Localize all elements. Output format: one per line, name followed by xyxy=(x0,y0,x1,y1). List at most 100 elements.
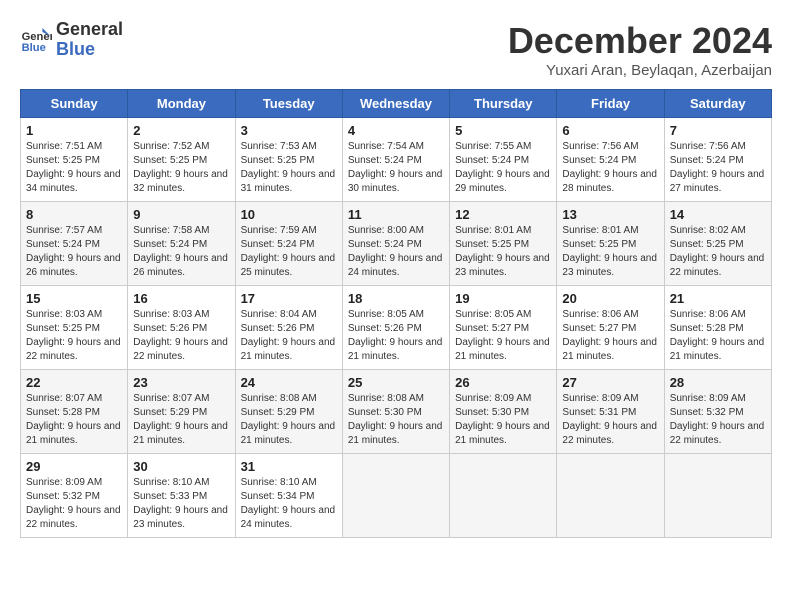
day-info: Sunrise: 8:03 AM Sunset: 5:26 PM Dayligh… xyxy=(133,308,229,364)
calendar-day-cell: 31 Sunrise: 8:10 AM Sunset: 5:34 PM Dayl… xyxy=(235,454,342,538)
day-info: Sunrise: 8:02 AM Sunset: 5:25 PM Dayligh… xyxy=(670,224,766,280)
day-number: 28 xyxy=(670,375,766,390)
calendar-day-cell: 6 Sunrise: 7:56 AM Sunset: 5:24 PM Dayli… xyxy=(557,118,664,202)
day-number: 11 xyxy=(348,207,444,222)
calendar-week-row: 15 Sunrise: 8:03 AM Sunset: 5:25 PM Dayl… xyxy=(21,286,772,370)
calendar-day-cell: 7 Sunrise: 7:56 AM Sunset: 5:24 PM Dayli… xyxy=(664,118,771,202)
logo-wordmark: General Blue xyxy=(56,20,123,60)
day-number: 9 xyxy=(133,207,229,222)
day-number: 5 xyxy=(455,123,551,138)
day-info: Sunrise: 8:06 AM Sunset: 5:27 PM Dayligh… xyxy=(562,308,658,364)
day-of-week-header: Sunday xyxy=(21,90,128,118)
day-number: 21 xyxy=(670,291,766,306)
day-info: Sunrise: 7:56 AM Sunset: 5:24 PM Dayligh… xyxy=(670,140,766,196)
calendar-day-cell: 21 Sunrise: 8:06 AM Sunset: 5:28 PM Dayl… xyxy=(664,286,771,370)
day-number: 22 xyxy=(26,375,122,390)
calendar-day-cell: 15 Sunrise: 8:03 AM Sunset: 5:25 PM Dayl… xyxy=(21,286,128,370)
calendar-day-cell: 28 Sunrise: 8:09 AM Sunset: 5:32 PM Dayl… xyxy=(664,370,771,454)
day-info: Sunrise: 7:54 AM Sunset: 5:24 PM Dayligh… xyxy=(348,140,444,196)
calendar-day-cell: 9 Sunrise: 7:58 AM Sunset: 5:24 PM Dayli… xyxy=(128,202,235,286)
day-number: 2 xyxy=(133,123,229,138)
day-info: Sunrise: 8:01 AM Sunset: 5:25 PM Dayligh… xyxy=(455,224,551,280)
calendar-day-cell: 24 Sunrise: 8:08 AM Sunset: 5:29 PM Dayl… xyxy=(235,370,342,454)
day-number: 18 xyxy=(348,291,444,306)
day-number: 26 xyxy=(455,375,551,390)
day-of-week-header: Saturday xyxy=(664,90,771,118)
calendar-week-row: 8 Sunrise: 7:57 AM Sunset: 5:24 PM Dayli… xyxy=(21,202,772,286)
calendar-week-row: 29 Sunrise: 8:09 AM Sunset: 5:32 PM Dayl… xyxy=(21,454,772,538)
day-info: Sunrise: 8:07 AM Sunset: 5:28 PM Dayligh… xyxy=(26,392,122,448)
calendar-day-cell: 8 Sunrise: 7:57 AM Sunset: 5:24 PM Dayli… xyxy=(21,202,128,286)
day-info: Sunrise: 8:00 AM Sunset: 5:24 PM Dayligh… xyxy=(348,224,444,280)
calendar-day-cell: 16 Sunrise: 8:03 AM Sunset: 5:26 PM Dayl… xyxy=(128,286,235,370)
calendar-day-cell: 19 Sunrise: 8:05 AM Sunset: 5:27 PM Dayl… xyxy=(450,286,557,370)
calendar-day-cell: 14 Sunrise: 8:02 AM Sunset: 5:25 PM Dayl… xyxy=(664,202,771,286)
day-info: Sunrise: 8:06 AM Sunset: 5:28 PM Dayligh… xyxy=(670,308,766,364)
day-number: 19 xyxy=(455,291,551,306)
calendar-day-cell: 11 Sunrise: 8:00 AM Sunset: 5:24 PM Dayl… xyxy=(342,202,449,286)
day-info: Sunrise: 7:53 AM Sunset: 5:25 PM Dayligh… xyxy=(241,140,337,196)
day-info: Sunrise: 8:10 AM Sunset: 5:33 PM Dayligh… xyxy=(133,476,229,532)
logo: General Blue General Blue xyxy=(20,20,123,60)
calendar-day-cell: 25 Sunrise: 8:08 AM Sunset: 5:30 PM Dayl… xyxy=(342,370,449,454)
calendar-day-cell: 29 Sunrise: 8:09 AM Sunset: 5:32 PM Dayl… xyxy=(21,454,128,538)
day-number: 24 xyxy=(241,375,337,390)
day-info: Sunrise: 8:09 AM Sunset: 5:32 PM Dayligh… xyxy=(670,392,766,448)
day-number: 15 xyxy=(26,291,122,306)
calendar-day-cell: 13 Sunrise: 8:01 AM Sunset: 5:25 PM Dayl… xyxy=(557,202,664,286)
calendar-day-cell: 17 Sunrise: 8:04 AM Sunset: 5:26 PM Dayl… xyxy=(235,286,342,370)
calendar-header-row: SundayMondayTuesdayWednesdayThursdayFrid… xyxy=(21,90,772,118)
svg-text:General: General xyxy=(22,31,52,43)
day-number: 1 xyxy=(26,123,122,138)
calendar-day-cell: 1 Sunrise: 7:51 AM Sunset: 5:25 PM Dayli… xyxy=(21,118,128,202)
day-info: Sunrise: 8:08 AM Sunset: 5:30 PM Dayligh… xyxy=(348,392,444,448)
day-number: 23 xyxy=(133,375,229,390)
calendar-day-cell: 20 Sunrise: 8:06 AM Sunset: 5:27 PM Dayl… xyxy=(557,286,664,370)
day-info: Sunrise: 7:59 AM Sunset: 5:24 PM Dayligh… xyxy=(241,224,337,280)
day-of-week-header: Thursday xyxy=(450,90,557,118)
day-number: 3 xyxy=(241,123,337,138)
day-number: 4 xyxy=(348,123,444,138)
calendar-day-cell: 30 Sunrise: 8:10 AM Sunset: 5:33 PM Dayl… xyxy=(128,454,235,538)
calendar-day-cell: 2 Sunrise: 7:52 AM Sunset: 5:25 PM Dayli… xyxy=(128,118,235,202)
calendar-day-cell xyxy=(664,454,771,538)
day-number: 14 xyxy=(670,207,766,222)
calendar-day-cell: 5 Sunrise: 7:55 AM Sunset: 5:24 PM Dayli… xyxy=(450,118,557,202)
day-info: Sunrise: 7:58 AM Sunset: 5:24 PM Dayligh… xyxy=(133,224,229,280)
subtitle: Yuxari Aran, Beylaqan, Azerbaijan xyxy=(508,62,772,79)
calendar-week-row: 1 Sunrise: 7:51 AM Sunset: 5:25 PM Dayli… xyxy=(21,118,772,202)
day-info: Sunrise: 8:01 AM Sunset: 5:25 PM Dayligh… xyxy=(562,224,658,280)
day-info: Sunrise: 7:51 AM Sunset: 5:25 PM Dayligh… xyxy=(26,140,122,196)
day-info: Sunrise: 8:09 AM Sunset: 5:30 PM Dayligh… xyxy=(455,392,551,448)
main-title: December 2024 xyxy=(508,20,772,62)
calendar-day-cell: 3 Sunrise: 7:53 AM Sunset: 5:25 PM Dayli… xyxy=(235,118,342,202)
day-number: 29 xyxy=(26,459,122,474)
day-number: 6 xyxy=(562,123,658,138)
day-number: 17 xyxy=(241,291,337,306)
day-info: Sunrise: 8:05 AM Sunset: 5:27 PM Dayligh… xyxy=(455,308,551,364)
calendar-day-cell: 27 Sunrise: 8:09 AM Sunset: 5:31 PM Dayl… xyxy=(557,370,664,454)
day-number: 31 xyxy=(241,459,337,474)
day-info: Sunrise: 8:10 AM Sunset: 5:34 PM Dayligh… xyxy=(241,476,337,532)
day-number: 25 xyxy=(348,375,444,390)
logo-icon: General Blue xyxy=(20,24,52,56)
calendar-day-cell: 22 Sunrise: 8:07 AM Sunset: 5:28 PM Dayl… xyxy=(21,370,128,454)
day-number: 8 xyxy=(26,207,122,222)
day-number: 20 xyxy=(562,291,658,306)
day-info: Sunrise: 7:52 AM Sunset: 5:25 PM Dayligh… xyxy=(133,140,229,196)
page-header: General Blue General Blue December 2024 … xyxy=(20,20,772,79)
calendar-day-cell: 12 Sunrise: 8:01 AM Sunset: 5:25 PM Dayl… xyxy=(450,202,557,286)
day-of-week-header: Wednesday xyxy=(342,90,449,118)
day-of-week-header: Monday xyxy=(128,90,235,118)
day-number: 13 xyxy=(562,207,658,222)
calendar-day-cell: 18 Sunrise: 8:05 AM Sunset: 5:26 PM Dayl… xyxy=(342,286,449,370)
day-info: Sunrise: 8:09 AM Sunset: 5:32 PM Dayligh… xyxy=(26,476,122,532)
calendar-day-cell: 4 Sunrise: 7:54 AM Sunset: 5:24 PM Dayli… xyxy=(342,118,449,202)
calendar-table: SundayMondayTuesdayWednesdayThursdayFrid… xyxy=(20,89,772,538)
svg-text:Blue: Blue xyxy=(22,42,46,54)
day-number: 16 xyxy=(133,291,229,306)
day-number: 12 xyxy=(455,207,551,222)
day-info: Sunrise: 7:56 AM Sunset: 5:24 PM Dayligh… xyxy=(562,140,658,196)
day-info: Sunrise: 7:57 AM Sunset: 5:24 PM Dayligh… xyxy=(26,224,122,280)
day-number: 10 xyxy=(241,207,337,222)
